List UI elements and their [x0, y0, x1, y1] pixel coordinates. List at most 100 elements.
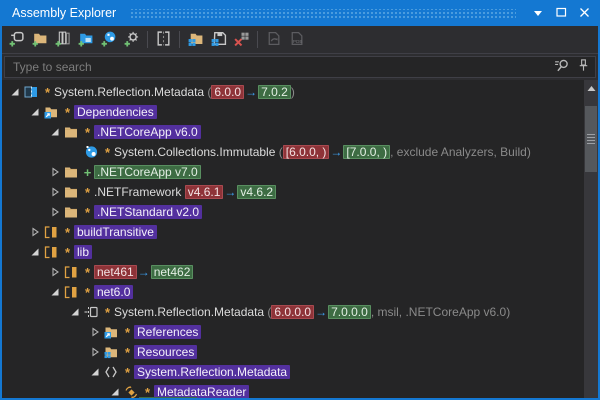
nuget-package-icon: [83, 144, 101, 160]
pin-search-button[interactable]: [574, 58, 592, 76]
modified-marker: *: [101, 145, 114, 160]
expander-expanded-icon[interactable]: [47, 284, 63, 300]
tree-row[interactable]: *System.Reflection.Metadata (6.0.0.0→7.0…: [2, 302, 598, 322]
tree-row[interactable]: *System.Reflection.Metadata (6.0.0→7.0.2…: [2, 82, 598, 102]
expander-collapsed-icon[interactable]: [47, 184, 63, 200]
tree-row[interactable]: *buildTransitive: [2, 222, 598, 242]
node-label-segment: References: [134, 325, 201, 339]
node-label-segment: net6.0: [94, 285, 133, 299]
modified-marker: *: [121, 365, 134, 380]
node-label-segment: .NETFramework: [94, 185, 185, 199]
tree-row[interactable]: *System.Collections.Immutable ([6.0.0, )…: [2, 142, 598, 162]
add-nuget-icon: [100, 30, 117, 50]
modified-marker: *: [81, 265, 94, 280]
save-assembly-list-button[interactable]: [207, 28, 230, 52]
expander-expanded-icon[interactable]: [27, 244, 43, 260]
add-assembly-button[interactable]: [5, 28, 28, 52]
add-gac-icon: [54, 30, 71, 50]
add-from-folder-icon: [77, 30, 94, 50]
pin-icon: [576, 58, 591, 76]
tree-row[interactable]: *.NETFramework v4.6.1→v4.6.2: [2, 182, 598, 202]
node-label-segment: [7.0.0, ): [343, 145, 390, 159]
toolbar-separator: [147, 31, 148, 48]
modified-marker: *: [121, 325, 134, 340]
node-label-segment: System.Reflection.Metadata: [54, 85, 207, 99]
tree-row[interactable]: *Dependencies: [2, 102, 598, 122]
expander-collapsed-icon[interactable]: [87, 344, 103, 360]
tree-row[interactable]: *net461→net462: [2, 262, 598, 282]
expander-collapsed-icon[interactable]: [47, 164, 63, 180]
expander-collapsed-icon[interactable]: [47, 264, 63, 280]
clear-list-icon: [233, 30, 250, 50]
tree-row[interactable]: *Resources: [2, 342, 598, 362]
assembly-tree: *System.Reflection.Metadata (6.0.0→7.0.2…: [2, 80, 598, 400]
clear-assembly-list-button[interactable]: [230, 28, 253, 52]
node-label-segment: net462: [151, 265, 194, 279]
node-label-segment: lib: [74, 245, 92, 259]
compare-assemblies-button[interactable]: [152, 28, 175, 52]
titlebar-drag-grip[interactable]: [130, 9, 516, 18]
modified-marker: *: [81, 285, 94, 300]
folder-icon: [63, 124, 81, 140]
export-to-project-button: [262, 28, 285, 52]
window-position-button[interactable]: [530, 5, 546, 21]
search-input[interactable]: [4, 56, 596, 78]
search-options-button[interactable]: [552, 58, 570, 76]
add-from-gac-button[interactable]: [51, 28, 74, 52]
node-label-segment: v4.6.1: [185, 185, 224, 199]
toolbar-separator: [257, 31, 258, 48]
node-label-segment: v4.6.2: [237, 185, 276, 199]
modified-marker: *: [121, 345, 134, 360]
node-label-segment: →: [223, 185, 237, 199]
tree-row[interactable]: *References: [2, 322, 598, 342]
modified-marker: *: [101, 305, 114, 320]
expander-expanded-icon[interactable]: [7, 84, 23, 100]
node-label-segment: →: [329, 145, 343, 159]
node-label-segment: ): [291, 85, 295, 99]
expander-collapsed-icon[interactable]: [47, 204, 63, 220]
tree-row[interactable]: *MetadataReader: [2, 382, 598, 400]
expander-expanded-icon[interactable]: [107, 384, 123, 400]
open-folder-button[interactable]: [28, 28, 51, 52]
assembly-icon: [83, 304, 101, 320]
maximize-icon: [556, 6, 567, 21]
tree-row[interactable]: *net6.0: [2, 282, 598, 302]
modified-marker: *: [81, 185, 94, 200]
close-button[interactable]: [576, 5, 592, 21]
tree-row[interactable]: +.NETCoreApp v7.0: [2, 162, 598, 182]
titlebar-buttons: [530, 5, 592, 21]
scroll-up-button[interactable]: [584, 80, 598, 95]
scrollbar-thumb[interactable]: [585, 106, 597, 172]
maximize-button[interactable]: [553, 5, 569, 21]
node-label-segment: 6.0.0.0: [271, 305, 314, 319]
vertical-scrollbar[interactable]: [584, 80, 598, 400]
modified-marker: *: [61, 245, 74, 260]
modified-marker: *: [81, 205, 94, 220]
tree-row[interactable]: *.NETCoreApp v6.0: [2, 122, 598, 142]
expander-expanded-icon[interactable]: [67, 304, 83, 320]
svg-text:PDB: PDB: [293, 38, 303, 43]
search-buttons: [552, 58, 592, 76]
attach-process-button[interactable]: [120, 28, 143, 52]
expander-expanded-icon[interactable]: [27, 104, 43, 120]
add-nuget-package-button[interactable]: [97, 28, 120, 52]
toolbar-separator: [179, 31, 180, 48]
tree-row[interactable]: *System.Reflection.Metadata: [2, 362, 598, 382]
expander-collapsed-icon[interactable]: [27, 224, 43, 240]
expander-expanded-icon[interactable]: [47, 124, 63, 140]
compare-icon: [155, 30, 172, 50]
node-label-segment: 7.0.2: [258, 85, 291, 99]
folder-icon: [63, 164, 81, 180]
tree-row[interactable]: *.NETStandard v2.0: [2, 202, 598, 222]
node-label-segment: , exclude Analyzers, Build): [390, 145, 531, 159]
package-diff-icon: [23, 84, 41, 100]
expander-expanded-icon[interactable]: [87, 364, 103, 380]
add-assembly-icon: [8, 30, 25, 50]
expander-collapsed-icon[interactable]: [87, 324, 103, 340]
tree-row[interactable]: *lib: [2, 242, 598, 262]
expander-spacer: [67, 144, 83, 160]
node-label-segment: buildTransitive: [74, 225, 157, 239]
package-folder-icon: [43, 224, 61, 240]
add-folder-assemblies-button[interactable]: [74, 28, 97, 52]
open-assembly-list-button[interactable]: [184, 28, 207, 52]
